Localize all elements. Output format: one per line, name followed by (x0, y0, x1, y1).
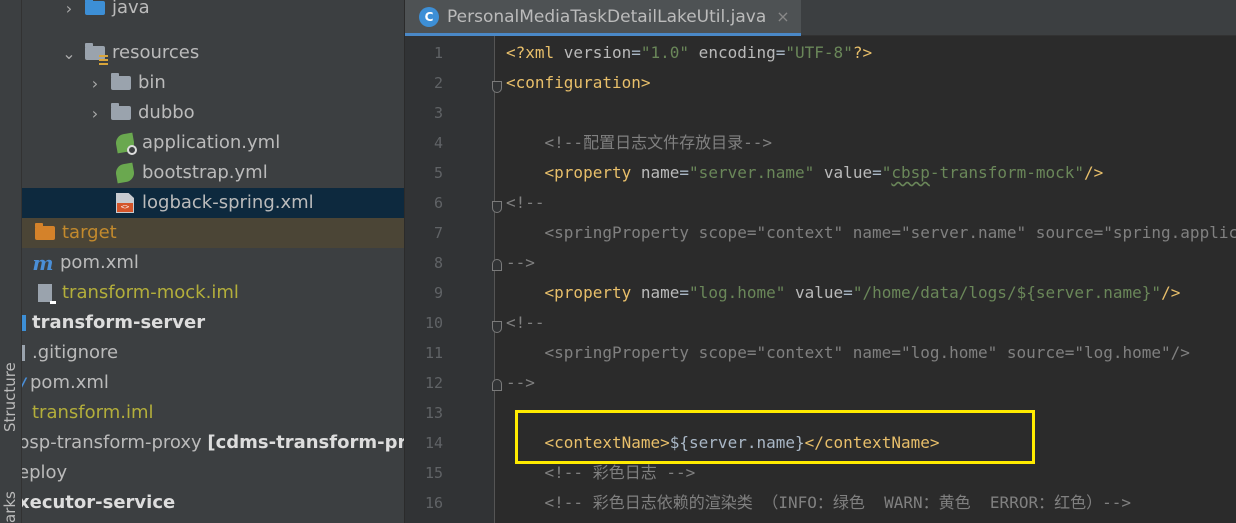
code-line-16: <!-- 彩色日志依赖的渲染类 （INFO：绿色 WARN：黄色 ERROR：红… (506, 493, 1131, 512)
tree-item-label: bootstrap.yml (142, 162, 268, 183)
ignore-file-icon (22, 343, 28, 363)
code-line-1: <?xml version="1.0" encoding="UTF-8"?> (506, 43, 873, 62)
tree-item-application-yml[interactable]: application.yml (114, 128, 404, 158)
code-line-11: <springProperty scope="context" name="lo… (506, 343, 1190, 362)
tree-item-label: java (112, 0, 150, 18)
tree-item-resources-folder[interactable]: ⌄ resources (62, 38, 404, 68)
chevron-down-icon[interactable]: ⌄ (62, 44, 76, 63)
line-number: 10 (424, 314, 443, 332)
line-number: 11 (424, 344, 443, 362)
code-line-7: <springProperty scope="context" name="se… (544, 223, 1236, 242)
tree-item-label: transform.iml (32, 402, 154, 423)
editor-tab-bar: C PersonalMediaTaskDetailLakeUtil.java × (405, 0, 1236, 36)
tree-item-bin-folder[interactable]: › bin (88, 68, 404, 98)
structure-tool-tab[interactable]: Structure (1, 362, 19, 432)
line-number: 4 (433, 134, 443, 152)
line-number: 9 (433, 284, 443, 302)
tree-item-label: bsp-transform-proxy [cdms-transform-prox (22, 428, 404, 458)
highlight-box (515, 410, 1035, 464)
line-number: 3 (433, 104, 443, 122)
close-icon[interactable]: × (776, 7, 789, 26)
resources-folder-icon (84, 43, 108, 65)
tree-item-label: logback-spring.xml (142, 192, 314, 213)
line-number: 7 (433, 224, 443, 242)
folder-icon (110, 103, 132, 123)
folder-icon (110, 73, 132, 93)
xml-file-icon (114, 193, 136, 213)
tree-item-java-folder[interactable]: › java (62, 0, 404, 23)
java-class-icon: C (419, 6, 439, 27)
tree-item-deploy[interactable]: eploy (22, 458, 401, 488)
code-line-6: <!-- (506, 193, 545, 212)
tree-item-gitignore[interactable]: .gitignore (22, 338, 401, 368)
editor-tab[interactable]: C PersonalMediaTaskDetailLakeUtil.java × (405, 0, 801, 36)
maven-icon: / (22, 373, 28, 393)
tree-item-target-folder[interactable]: target (22, 218, 404, 248)
tree-item-transform-server[interactable]: transform-server (22, 308, 401, 338)
fold-marker-icon[interactable] (492, 201, 502, 213)
folder-orange-icon (34, 223, 56, 243)
tree-item-label: .gitignore (32, 342, 119, 363)
line-number: 12 (424, 374, 443, 392)
tree-item-label: pom.xml (60, 252, 139, 273)
module-artifact: [cdms-transform-prox (207, 432, 404, 453)
tree-item-transform-mock-iml[interactable]: transform-mock.iml (34, 278, 404, 308)
module-folder-icon (22, 313, 28, 333)
spring-leaf-icon (114, 162, 136, 184)
tree-item-label: dubbo (138, 102, 195, 123)
line-number: 2 (433, 74, 443, 92)
tree-item-label: resources (112, 42, 200, 63)
line-number: 16 (424, 494, 443, 512)
bookmarks-tool-tab[interactable]: arks (1, 491, 19, 523)
code-line-2: <configuration> (506, 73, 651, 92)
chevron-right-icon[interactable]: › (88, 104, 102, 123)
code-line-9: <property name="log.home" value="/home/d… (506, 283, 1181, 302)
folder-blue-icon (84, 0, 106, 18)
module-file-icon (22, 403, 28, 423)
line-number-gutter: 1 2 3 4 5 6 7 8 9 10 11 12 13 14 15 16 (405, 36, 502, 523)
module-file-icon (34, 283, 56, 304)
code-line-5: <property name="server.name" value="cbsp… (506, 163, 1104, 182)
tree-item-label: pom.xml (30, 372, 109, 393)
line-number: 8 (433, 254, 443, 272)
tree-item-label: transform-mock.iml (62, 282, 239, 303)
tool-window-strip: Structure arks (0, 0, 22, 523)
fold-marker-icon[interactable] (492, 321, 502, 333)
tree-item-proxy-module[interactable]: bsp-transform-proxy [cdms-transform-prox (22, 428, 404, 458)
tree-item-label: application.yml (142, 132, 281, 153)
module-name: bsp-transform-proxy (22, 432, 202, 453)
tab-title: PersonalMediaTaskDetailLakeUtil.java (447, 6, 767, 27)
tree-item-bootstrap-yml[interactable]: bootstrap.yml (114, 158, 404, 188)
tree-item-logback-xml[interactable]: logback-spring.xml (22, 188, 404, 218)
tree-item-label: target (62, 222, 117, 243)
spring-config-icon (114, 132, 137, 155)
tree-item-label: xecutor-service (22, 492, 176, 513)
code-line-12: --> (506, 373, 535, 392)
line-number: 5 (433, 164, 443, 182)
line-number: 13 (424, 404, 443, 422)
tree-item-executor-service[interactable]: xecutor-service (22, 488, 401, 518)
tree-item-label: eploy (22, 462, 68, 483)
fold-marker-icon[interactable] (492, 379, 502, 391)
project-tree: › java ⌄ resources › bin › dubbo applica… (22, 0, 405, 523)
code-line-4: <!--配置日志文件存放目录--> (506, 133, 772, 152)
code-line-8: --> (506, 253, 535, 272)
fold-marker-icon[interactable] (492, 259, 502, 271)
tree-item-label: transform-server (32, 312, 206, 333)
chevron-right-icon[interactable]: › (62, 0, 76, 18)
tree-item-root-pom-xml[interactable]: / pom.xml (22, 368, 401, 398)
tree-item-dubbo-folder[interactable]: › dubbo (88, 98, 404, 128)
tree-item-transform-iml[interactable]: transform.iml (22, 398, 401, 428)
fold-marker-icon[interactable] (492, 81, 502, 93)
tree-item-pom-xml[interactable]: m pom.xml (32, 248, 404, 278)
line-number: 14 (424, 434, 443, 452)
code-line-10: <!-- (506, 313, 545, 332)
chevron-right-icon[interactable]: › (88, 74, 102, 93)
line-number: 6 (433, 194, 443, 212)
maven-icon: m (32, 251, 54, 275)
tree-item-label: bin (138, 72, 166, 93)
line-number: 15 (424, 464, 443, 482)
line-number: 1 (433, 44, 443, 62)
